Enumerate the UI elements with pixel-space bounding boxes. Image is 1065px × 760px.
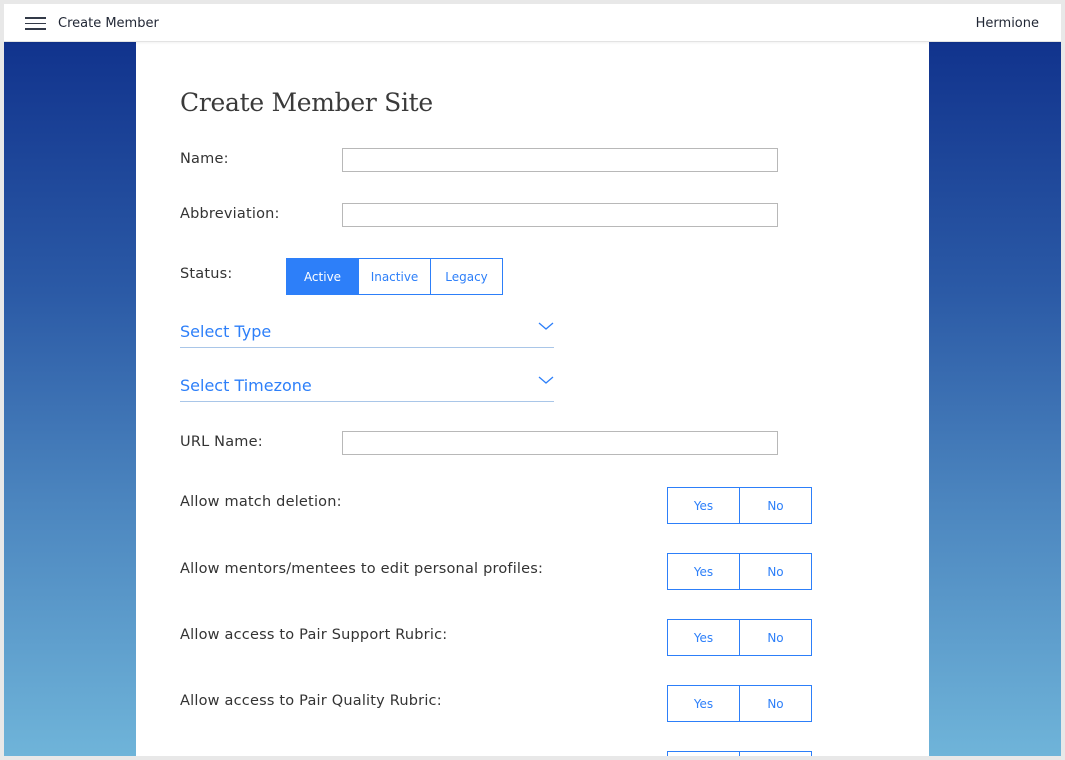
- status-segmented-control: Active Inactive Legacy: [286, 258, 503, 295]
- name-label: Name:: [180, 151, 229, 167]
- chevron-down-icon: [538, 322, 554, 330]
- no-button[interactable]: No: [739, 685, 812, 722]
- select-timezone-label: Select Timezone: [180, 376, 312, 395]
- select-type-dropdown[interactable]: Select Type: [180, 317, 554, 348]
- topbar-title: Create Member: [58, 16, 159, 31]
- left-gradient-panel: [4, 41, 136, 756]
- select-type-label: Select Type: [180, 322, 272, 341]
- page-title: Create Member Site: [180, 88, 433, 117]
- hamburger-menu-icon[interactable]: [25, 17, 46, 30]
- no-button[interactable]: No: [739, 487, 812, 524]
- allow-pair-quality-rubric-toggle: Yes No: [667, 685, 812, 722]
- status-active-button[interactable]: Active: [286, 258, 359, 295]
- top-bar: Create Member Hermione: [4, 4, 1061, 42]
- app-frame: Create Member Hermione Create Member Sit…: [4, 4, 1061, 756]
- allow-pair-support-rubric-toggle: Yes No: [667, 619, 812, 656]
- yes-button[interactable]: Yes: [667, 487, 740, 524]
- url-name-input[interactable]: [342, 431, 778, 455]
- allow-pair-support-rubric-label: Allow access to Pair Support Rubric:: [180, 627, 448, 643]
- main-content: Create Member Site Name: Abbreviation: S…: [136, 41, 929, 756]
- right-gradient-panel: [929, 41, 1061, 756]
- name-input[interactable]: [342, 148, 778, 172]
- toggle-button-partial[interactable]: [667, 751, 740, 756]
- chevron-down-icon: [538, 376, 554, 384]
- allow-edit-profiles-label: Allow mentors/mentees to edit personal p…: [180, 561, 544, 577]
- allow-match-deletion-label: Allow match deletion:: [180, 494, 342, 510]
- toggle-button-partial[interactable]: [739, 751, 812, 756]
- abbreviation-label: Abbreviation:: [180, 206, 280, 222]
- allow-match-deletion-toggle: Yes No: [667, 487, 812, 524]
- no-button[interactable]: No: [739, 619, 812, 656]
- next-toggle-partial: [667, 751, 812, 756]
- yes-button[interactable]: Yes: [667, 553, 740, 590]
- abbreviation-input[interactable]: [342, 203, 778, 227]
- yes-button[interactable]: Yes: [667, 685, 740, 722]
- status-legacy-button[interactable]: Legacy: [430, 258, 503, 295]
- select-timezone-dropdown[interactable]: Select Timezone: [180, 371, 554, 402]
- yes-button[interactable]: Yes: [667, 619, 740, 656]
- status-inactive-button[interactable]: Inactive: [358, 258, 431, 295]
- url-name-label: URL Name:: [180, 434, 263, 450]
- no-button[interactable]: No: [739, 553, 812, 590]
- user-name[interactable]: Hermione: [976, 16, 1039, 31]
- allow-edit-profiles-toggle: Yes No: [667, 553, 812, 590]
- allow-pair-quality-rubric-label: Allow access to Pair Quality Rubric:: [180, 693, 442, 709]
- status-label: Status:: [180, 266, 233, 282]
